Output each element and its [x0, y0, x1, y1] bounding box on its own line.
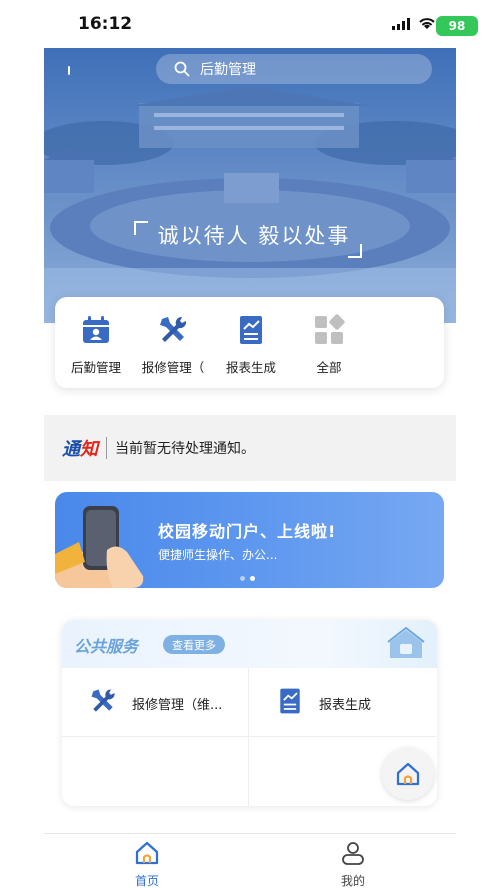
quick-item-label: 报修管理（	[141, 360, 205, 375]
phone-hand-illustration	[55, 506, 144, 588]
wifi-icon	[419, 18, 435, 29]
quick-item-all[interactable]: 全部	[289, 313, 369, 376]
quick-item-label: 后勤管理	[70, 360, 121, 375]
quick-item-report[interactable]: 报表生成	[211, 313, 291, 376]
service-item-label: 报修管理（维...	[132, 698, 223, 713]
hero-slogan: 诚以待人 毅以处事	[157, 224, 351, 248]
calendar-person-icon	[83, 316, 109, 343]
quick-item-logistics[interactable]: 后勤管理	[56, 313, 136, 376]
hero-indicator	[68, 66, 70, 75]
tools-icon	[91, 689, 115, 712]
battery-level: 98	[448, 19, 466, 33]
banner-subtitle: 便捷师生操作、办公...	[158, 548, 278, 562]
service-item-repair[interactable]: 报修管理（维...	[62, 668, 249, 737]
tab-mine[interactable]: 我的	[323, 840, 383, 888]
quick-item-label: 报表生成	[225, 360, 276, 375]
view-more-button[interactable]: 查看更多	[163, 635, 225, 654]
tools-icon	[160, 316, 187, 342]
status-icons	[392, 17, 436, 30]
campus-photo	[44, 86, 456, 323]
service-item-label: 报表生成	[319, 698, 372, 713]
notice-title: 通知	[62, 435, 98, 461]
floating-home-button[interactable]	[382, 748, 434, 800]
banner-dot	[240, 576, 245, 581]
app-screen: 后勤管理 诚以待人 毅以处事 后勤管理 报修管理（ 报表生成 全部 通知 当前暂…	[44, 48, 456, 888]
promo-banner[interactable]: 校园移动门户、上线啦! 便捷师生操作、办公...	[55, 492, 444, 588]
notice-title-b: 知	[80, 439, 98, 460]
quick-menu-card: 后勤管理 报修管理（ 报表生成 全部	[55, 297, 444, 388]
quick-item-label: 全部	[316, 360, 342, 375]
home-icon	[396, 762, 420, 786]
public-services-card: 公共服务 查看更多 报修管理（维... 报表生成	[62, 620, 437, 806]
house-decoration-icon	[387, 626, 425, 658]
report-chart-icon	[240, 316, 262, 344]
service-item-report[interactable]: 报表生成	[249, 668, 436, 737]
profile-icon	[342, 842, 364, 865]
hero-banner: 后勤管理 诚以待人 毅以处事	[44, 48, 456, 323]
tab-home[interactable]: 首页	[117, 840, 177, 888]
service-item-empty	[62, 737, 249, 806]
status-bar: 16:12 98	[0, 0, 500, 48]
banner-title: 校园移动门户、上线啦!	[158, 522, 337, 541]
battery-indicator: 98	[436, 16, 478, 36]
search-placeholder: 后勤管理	[200, 62, 256, 78]
banner-dot-active	[250, 576, 255, 581]
services-title: 公共服务	[74, 637, 139, 656]
tab-bar: 首页 我的	[44, 833, 456, 888]
search-icon	[174, 61, 190, 77]
home-icon	[135, 841, 159, 865]
quick-item-repair[interactable]: 报修管理（	[133, 313, 213, 376]
notice-title-a: 通	[62, 439, 80, 460]
notice-divider	[106, 437, 107, 459]
grid-all-icon	[315, 314, 345, 344]
search-bar[interactable]: 后勤管理	[156, 54, 432, 84]
notice-bar[interactable]: 通知 当前暂无待处理通知。	[44, 415, 456, 481]
signal-icon	[392, 17, 410, 30]
report-chart-icon	[280, 688, 300, 714]
tab-home-label: 首页	[134, 874, 159, 888]
services-header: 公共服务 查看更多	[62, 620, 437, 668]
notice-text: 当前暂无待处理通知。	[115, 441, 255, 457]
status-time: 16:12	[78, 14, 133, 34]
services-grid: 报修管理（维... 报表生成	[62, 668, 437, 806]
banner-pagination	[240, 576, 255, 581]
slogan-bracket-right	[348, 244, 362, 258]
tab-mine-label: 我的	[340, 874, 365, 888]
